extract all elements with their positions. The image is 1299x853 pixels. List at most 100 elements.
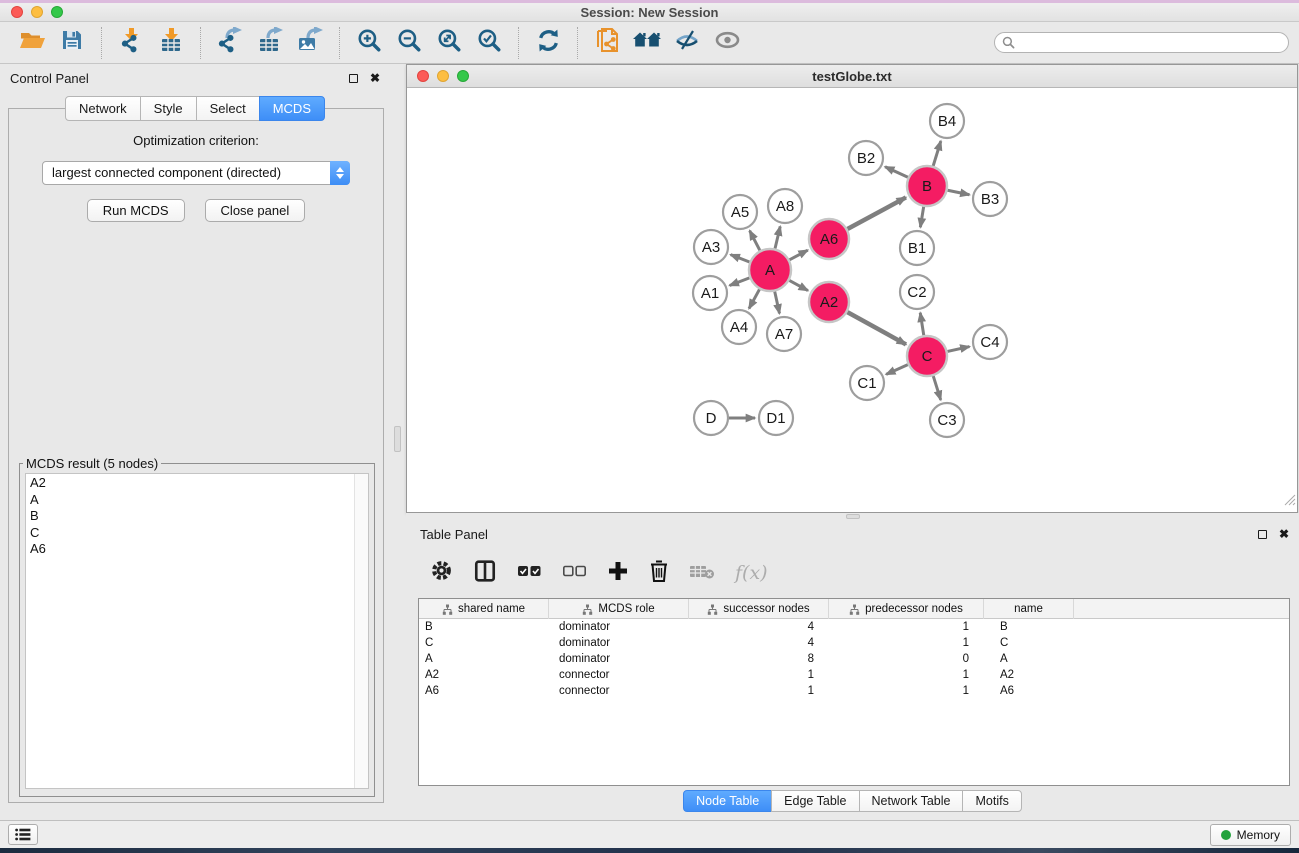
table-row[interactable]: A6connector11A6 [419, 683, 1289, 699]
graph-node-C[interactable]: C [907, 336, 947, 376]
copy-network-button[interactable] [587, 26, 627, 60]
graph-edge-A6-B[interactable] [847, 197, 905, 229]
horizontal-splitter[interactable] [406, 513, 1299, 520]
export-network-button[interactable] [210, 26, 250, 60]
graph-node-B2[interactable]: B2 [849, 141, 883, 175]
graph-node-B[interactable]: B [907, 166, 947, 206]
graph-node-A7[interactable]: A7 [767, 317, 801, 351]
run-mcds-button[interactable]: Run MCDS [87, 199, 185, 222]
close-panel-button[interactable]: Close panel [205, 199, 306, 222]
graph-node-C2[interactable]: C2 [900, 275, 934, 309]
open-session-button[interactable] [12, 26, 52, 60]
export-table-button[interactable] [250, 26, 290, 60]
hide-eye-button[interactable] [667, 26, 707, 60]
network-canvas[interactable]: A A1 A2 A3 A4 A5 A6 A7 A8 B B1 B2 B3 B4 C C1 C2 C3 C4 D D1 [407, 88, 1297, 512]
graph-node-C3[interactable]: C3 [930, 403, 964, 437]
show-eye-button[interactable] [707, 26, 747, 60]
graph-edge-A2-C[interactable] [847, 312, 906, 344]
graph-node-B4[interactable]: B4 [930, 104, 964, 138]
tab-style[interactable]: Style [140, 96, 197, 121]
column-header-successor-nodes[interactable]: successor nodes [689, 599, 829, 619]
graph-edge-C-C2[interactable] [920, 313, 924, 336]
graph-node-A1[interactable]: A1 [693, 276, 727, 310]
split-pane-button[interactable] [473, 559, 497, 588]
graph-node-B1[interactable]: B1 [900, 231, 934, 265]
graph-edge-B-B3[interactable] [948, 190, 970, 195]
tab-edge-table[interactable]: Edge Table [771, 790, 859, 812]
graph-node-A8[interactable]: A8 [768, 189, 802, 223]
delete-column-button[interactable] [649, 559, 669, 588]
graph-edge-B-B1[interactable] [920, 207, 923, 228]
column-header-name[interactable]: name [984, 599, 1074, 619]
vertical-splitter[interactable] [390, 64, 406, 820]
tab-motifs[interactable]: Motifs [962, 790, 1021, 812]
zoom-in-button[interactable] [349, 26, 389, 60]
task-history-button[interactable] [8, 824, 38, 845]
table-row[interactable]: A2connector11A2 [419, 667, 1289, 683]
graph-edge-C-C4[interactable] [947, 347, 969, 352]
zoom-selected-button[interactable] [469, 26, 509, 60]
graph-edge-A-A2[interactable] [789, 280, 808, 290]
graph-node-D[interactable]: D [694, 401, 728, 435]
graph-edge-C-C3[interactable] [933, 376, 940, 400]
graph-edge-C-C1[interactable] [886, 365, 908, 375]
add-column-button[interactable] [607, 560, 629, 587]
resize-grip-icon[interactable] [1283, 493, 1296, 511]
graph-node-A[interactable]: A [749, 249, 791, 291]
column-header-MCDS-role[interactable]: MCDS role [549, 599, 689, 619]
graph-edge-A-A8[interactable] [775, 226, 780, 248]
float-panel-icon[interactable] [349, 74, 358, 83]
graph-node-C4[interactable]: C4 [973, 325, 1007, 359]
result-scrollbar[interactable] [354, 474, 368, 788]
graph-node-A5[interactable]: A5 [723, 195, 757, 229]
memory-button[interactable]: Memory [1210, 824, 1291, 846]
graph-node-B3[interactable]: B3 [973, 182, 1007, 216]
tab-network-table[interactable]: Network Table [859, 790, 964, 812]
result-item[interactable]: A6 [30, 541, 354, 558]
import-table-button[interactable] [151, 26, 191, 60]
deselect-all-button[interactable] [562, 563, 587, 584]
result-item[interactable]: A [30, 492, 354, 509]
graph-edge-A-A6[interactable] [789, 250, 807, 260]
table-row[interactable]: Cdominator41C [419, 635, 1289, 651]
table-row[interactable]: Adominator80A [419, 651, 1289, 667]
graph-edge-A-A5[interactable] [750, 231, 760, 251]
graph-node-A3[interactable]: A3 [694, 230, 728, 264]
zoom-out-button[interactable] [389, 26, 429, 60]
graph-node-D1[interactable]: D1 [759, 401, 793, 435]
float-panel-icon[interactable] [1258, 530, 1267, 539]
result-item[interactable]: A2 [30, 475, 354, 492]
network-graph[interactable]: A A1 A2 A3 A4 A5 A6 A7 A8 B B1 B2 B3 B4 C C1 C2 C3 C4 D D1 [407, 88, 1297, 512]
tab-mcds[interactable]: MCDS [259, 96, 325, 121]
export-image-button[interactable] [290, 26, 330, 60]
homes-button[interactable] [627, 26, 667, 60]
refresh-layout-button[interactable] [528, 26, 568, 60]
zoom-fit-button[interactable] [429, 26, 469, 60]
graph-node-A6[interactable]: A6 [809, 219, 849, 259]
splitter-grip[interactable] [394, 426, 401, 452]
graph-node-A4[interactable]: A4 [722, 310, 756, 344]
splitter-grip[interactable] [846, 514, 860, 519]
tab-node-table[interactable]: Node Table [683, 790, 772, 812]
graph-node-C1[interactable]: C1 [850, 366, 884, 400]
select-all-button[interactable] [517, 563, 542, 584]
settings-gear-button[interactable] [430, 559, 453, 587]
graph-edge-B-B2[interactable] [885, 167, 908, 177]
close-panel-icon[interactable]: ✖ [1279, 528, 1289, 540]
search-input[interactable] [994, 32, 1289, 53]
close-panel-icon[interactable]: ✖ [370, 72, 380, 84]
graph-node-A2[interactable]: A2 [809, 282, 849, 322]
graph-edge-A-A4[interactable] [749, 289, 759, 308]
result-item[interactable]: B [30, 508, 354, 525]
column-header-predecessor-nodes[interactable]: predecessor nodes [829, 599, 984, 619]
graph-edge-A-A1[interactable] [730, 278, 750, 286]
table-row[interactable]: Bdominator41B [419, 619, 1289, 635]
save-session-button[interactable] [52, 26, 92, 60]
import-network-button[interactable] [111, 26, 151, 60]
criterion-select[interactable]: largest connected component (directed) [42, 161, 350, 185]
mcds-result-list[interactable]: A2ABCA6 [25, 473, 369, 789]
graph-edge-A-A7[interactable] [775, 291, 780, 313]
graph-edge-A-A3[interactable] [731, 255, 750, 262]
tab-network[interactable]: Network [65, 96, 141, 121]
tab-select[interactable]: Select [196, 96, 260, 121]
